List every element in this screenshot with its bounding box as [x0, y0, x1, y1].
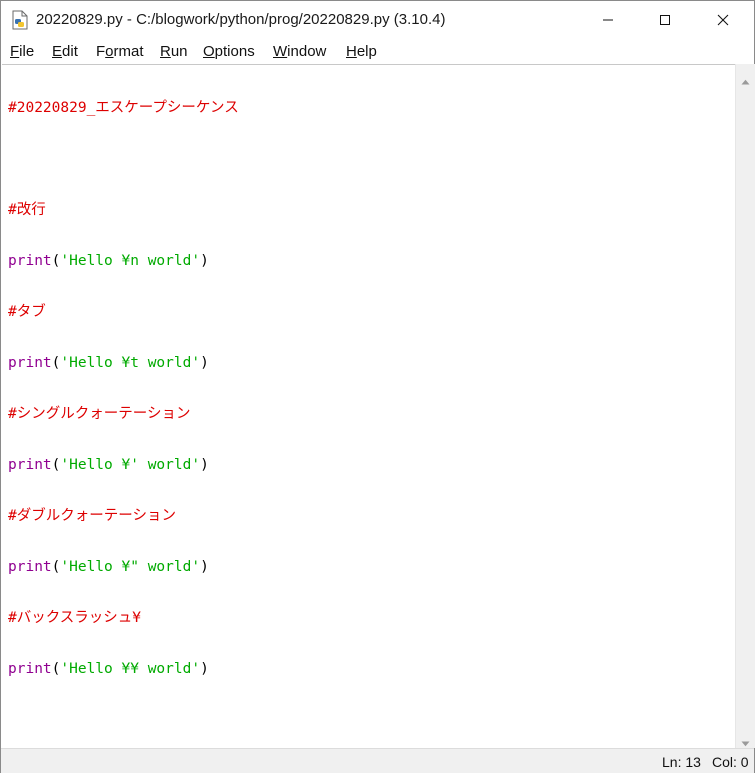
code-line: #ダブルクォーテーション: [8, 508, 239, 525]
code-line: #改行: [8, 202, 239, 219]
menu-file-mnemonic: F: [10, 43, 20, 60]
menu-format-label: rmat: [113, 43, 144, 60]
code-line: print('Hello ¥n world'): [8, 253, 239, 270]
code-comment: #20220829_エスケープシーケンス: [8, 100, 239, 116]
code-editor[interactable]: #20220829_エスケープシーケンス #改行 print('Hello ¥n…: [2, 64, 735, 749]
code-comment: #改行: [8, 202, 46, 218]
code-string: 'Hello ¥¥ world': [60, 661, 201, 677]
menu-file[interactable]: File: [10, 43, 34, 60]
close-icon: [717, 14, 729, 26]
menu-options[interactable]: Options: [203, 43, 255, 60]
code-line: print('Hello ¥" world'): [8, 559, 239, 576]
status-line-number: Ln: 13: [662, 754, 701, 770]
code-text[interactable]: #20220829_エスケープシーケンス #改行 print('Hello ¥n…: [8, 66, 239, 712]
code-line: print('Hello ¥¥ world'): [8, 661, 239, 678]
menu-help-mnemonic: H: [346, 43, 357, 60]
code-line: #20220829_エスケープシーケンス: [8, 100, 239, 117]
menu-window[interactable]: Window: [273, 43, 326, 60]
code-line: #タブ: [8, 304, 239, 321]
code-builtin: print: [8, 661, 52, 677]
code-comment: #バックスラッシュ¥: [8, 610, 142, 626]
menu-options-mnemonic: O: [203, 43, 215, 60]
menu-run-mnemonic: R: [160, 43, 171, 60]
menu-run[interactable]: Run: [160, 43, 188, 60]
python-file-icon: [11, 10, 29, 30]
menu-edit[interactable]: Edit: [52, 43, 78, 60]
window-title: 20220829.py - C:/blogwork/python/prog/20…: [36, 11, 446, 28]
scroll-up-arrow-icon[interactable]: [741, 70, 750, 89]
idle-editor-window: 20220829.py - C:/blogwork/python/prog/20…: [0, 0, 755, 773]
code-paren-close: ): [200, 355, 209, 371]
menu-format-mnemonic: o: [105, 43, 114, 60]
code-paren-close: ): [200, 661, 209, 677]
close-button[interactable]: [700, 1, 746, 39]
menu-edit-label: dit: [62, 43, 78, 60]
code-string: 'Hello ¥t world': [60, 355, 201, 371]
status-column-number: Col: 0: [712, 754, 749, 770]
menu-format[interactable]: Format: [96, 43, 144, 60]
code-line: print('Hello ¥t world'): [8, 355, 239, 372]
menu-edit-mnemonic: E: [52, 43, 63, 60]
code-builtin: print: [8, 559, 52, 575]
menu-help-label: elp: [356, 43, 377, 60]
minimize-icon: [603, 19, 613, 21]
menu-bar: File Edit Format Run Options Window Help: [1, 39, 754, 63]
code-string: 'Hello ¥n world': [60, 253, 201, 269]
maximize-icon: [660, 15, 670, 25]
menu-window-label: indow: [287, 43, 327, 60]
code-builtin: print: [8, 457, 52, 473]
code-line: #バックスラッシュ¥: [8, 610, 239, 627]
menu-file-label: ile: [19, 43, 35, 60]
menu-help[interactable]: Help: [346, 43, 377, 60]
code-builtin: print: [8, 253, 52, 269]
maximize-button[interactable]: [642, 1, 688, 39]
menu-format-prefix: F: [96, 43, 106, 60]
menu-run-label: un: [170, 43, 188, 60]
vertical-scrollbar[interactable]: [735, 64, 755, 748]
code-paren-close: ): [200, 559, 209, 575]
code-line: print('Hello ¥' world'): [8, 457, 239, 474]
menu-window-mnemonic: W: [273, 43, 288, 60]
menu-options-label: ptions: [214, 43, 255, 60]
code-string: 'Hello ¥' world': [60, 457, 201, 473]
code-comment: #ダブルクォーテーション: [8, 508, 176, 524]
code-comment: #タブ: [8, 304, 46, 320]
code-paren-close: ): [200, 253, 209, 269]
code-line: #シングルクォーテーション: [8, 406, 239, 423]
code-string: 'Hello ¥" world': [60, 559, 201, 575]
code-paren-close: ): [200, 457, 209, 473]
code-comment: #シングルクォーテーション: [8, 406, 191, 422]
minimize-button[interactable]: [585, 1, 631, 39]
title-bar[interactable]: 20220829.py - C:/blogwork/python/prog/20…: [1, 1, 754, 39]
status-bar: Ln: 13 Col: 0: [1, 748, 754, 773]
code-builtin: print: [8, 355, 52, 371]
